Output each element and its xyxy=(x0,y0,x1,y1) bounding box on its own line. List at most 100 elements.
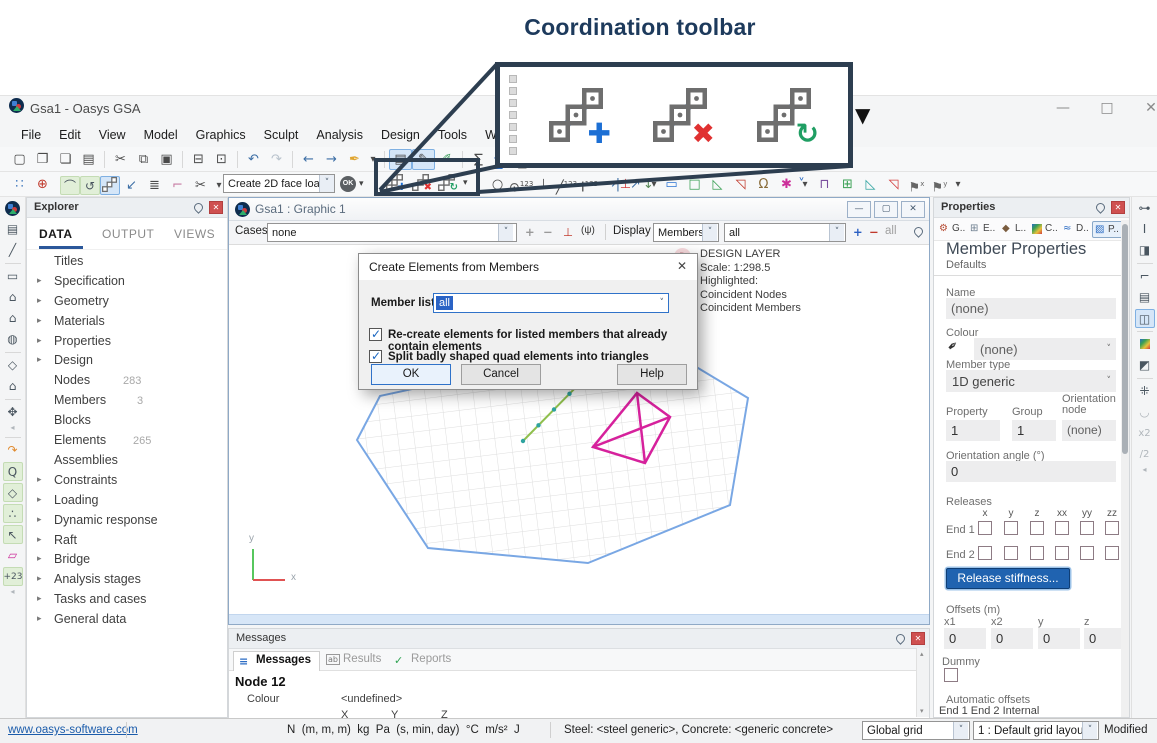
dock-more-icon[interactable]: ◂ xyxy=(3,424,23,434)
polygon-select-icon[interactable]: ▱ xyxy=(3,546,23,565)
coordination-dropdown-icon[interactable]: ▾ xyxy=(463,178,468,188)
ok-button[interactable]: OK xyxy=(371,364,451,385)
new-image-icon[interactable]: ▤ xyxy=(3,220,23,239)
expand-arrow-icon[interactable]: ▸ xyxy=(37,296,42,306)
menu-design[interactable]: Design xyxy=(372,124,429,146)
gravity-load-icon[interactable]: Ω xyxy=(752,174,775,195)
split-member-icon[interactable]: ✂ xyxy=(189,175,212,196)
explorer-item-loading[interactable]: ▸Loading xyxy=(27,491,227,511)
edge-load-icon[interactable]: ◺ xyxy=(706,174,729,195)
volume-clip-icon[interactable]: ◇ xyxy=(3,483,23,502)
close-icon[interactable]: ✕ xyxy=(911,632,925,645)
deflection-icon[interactable]: ˅ xyxy=(790,174,813,195)
action-dropdown-icon[interactable]: ▾ xyxy=(359,179,364,189)
case-minus-icon[interactable]: − xyxy=(543,225,553,239)
scale-x2-icon[interactable]: x2 xyxy=(1135,424,1155,443)
copy-icon[interactable]: ⧉ xyxy=(132,149,155,170)
brush-icon[interactable]: ✒ xyxy=(944,337,962,356)
shell-view-icon[interactable]: ◍ xyxy=(3,330,23,349)
menu-analysis[interactable]: Analysis xyxy=(307,124,372,146)
display-minus-icon[interactable]: − xyxy=(869,225,879,239)
polyline-icon[interactable]: ⌐ xyxy=(166,175,189,196)
offset-x2-field[interactable]: 0 xyxy=(991,628,1033,649)
explorer-item-design[interactable]: ▸Design xyxy=(27,351,227,371)
end2-y-checkbox[interactable] xyxy=(1004,546,1018,560)
property-field[interactable]: 1 xyxy=(946,420,1000,441)
tab-output[interactable]: OUTPUT xyxy=(102,227,154,241)
expand-arrow-icon[interactable]: ▸ xyxy=(37,355,42,365)
end1-x-checkbox[interactable] xyxy=(978,521,992,535)
scale-half-icon[interactable]: /2 xyxy=(1135,445,1155,464)
colour-select[interactable]: (none)˅ xyxy=(974,338,1116,360)
expand-arrow-icon[interactable]: ▸ xyxy=(37,614,42,624)
combo-arrow-icon[interactable]: ˅ xyxy=(660,298,665,308)
expand-arrow-icon[interactable]: ▸ xyxy=(37,574,42,584)
menu-graphics[interactable]: Graphics xyxy=(187,124,255,146)
end2-zz-checkbox[interactable] xyxy=(1105,546,1119,560)
name-field[interactable]: (none) xyxy=(946,298,1116,319)
maximize-button[interactable]: □ xyxy=(1092,97,1122,119)
cases-combo[interactable]: none˅ xyxy=(267,223,517,242)
print-preview-icon[interactable]: ⊡ xyxy=(210,149,233,170)
sculpt-edit-icon[interactable]: ✎ xyxy=(412,149,435,170)
support-label-icon[interactable]: ⊥ xyxy=(532,174,555,195)
tab-messages[interactable]: ≡Messages xyxy=(233,651,320,671)
create-elements-from-members-icon[interactable]: ✚ xyxy=(386,174,403,191)
member-list-combo[interactable]: all ˅ xyxy=(433,293,669,313)
pin-icon[interactable] xyxy=(894,632,907,645)
grid-combo[interactable]: Global grid˅ xyxy=(862,721,970,740)
expand-arrow-icon[interactable]: ▸ xyxy=(37,495,42,505)
stress-diagram-icon[interactable]: ◹ xyxy=(882,174,905,195)
explorer-item-specification[interactable]: ▸Specification xyxy=(27,272,227,292)
explorer-item-analysis-stages[interactable]: ▸Analysis stages xyxy=(27,570,227,590)
thermal-load-icon[interactable]: ◹ xyxy=(729,174,752,195)
menu-file[interactable]: File xyxy=(12,124,50,146)
close-icon[interactable]: ✕ xyxy=(1111,201,1125,214)
dock-more3-icon[interactable]: ◂ xyxy=(1135,466,1155,476)
release-stiffness-button[interactable]: Release stiffness... xyxy=(946,568,1070,589)
rotate-view-icon[interactable]: ↷ xyxy=(3,441,23,460)
flag-y-icon[interactable]: ⚑y xyxy=(928,174,951,195)
display-plus-icon[interactable]: + xyxy=(853,225,863,239)
support-toggle-icon[interactable]: ⊥ xyxy=(563,225,573,239)
tab-contours[interactable]: C.. xyxy=(1030,221,1061,238)
orientation-angle-field[interactable]: 0 xyxy=(946,461,1116,482)
draw-arc-icon[interactable]: ⌒ xyxy=(60,176,80,195)
end1-y-checkbox[interactable] xyxy=(1004,521,1018,535)
force-diagram-icon[interactable]: ⊞ xyxy=(836,174,859,195)
face-load-icon[interactable]: □ xyxy=(683,174,706,195)
menu-model[interactable]: Model xyxy=(135,124,187,146)
properties-scrollbar[interactable] xyxy=(1121,220,1129,717)
select-cursor-icon[interactable]: ↖ xyxy=(3,525,23,544)
coordinates-icon[interactable]: +23 xyxy=(3,567,23,586)
expand-arrow-icon[interactable]: ▸ xyxy=(37,535,42,545)
explorer-item-assemblies[interactable]: Assemblies xyxy=(27,451,227,471)
close-button[interactable]: ✕ xyxy=(1136,97,1157,119)
select-nodes-icon[interactable]: ∴ xyxy=(3,504,23,523)
sum-icon[interactable]: ∑ xyxy=(467,149,490,170)
new-file-icon[interactable]: ▢ xyxy=(8,149,31,170)
section-wizard-icon[interactable]: ◨ xyxy=(1135,241,1155,260)
contour-settings-icon[interactable] xyxy=(1135,335,1155,354)
explorer-item-dynamic-response[interactable]: ▸Dynamic response xyxy=(27,511,227,531)
tab-elements[interactable]: ⊞E.. xyxy=(968,221,998,238)
cancel-button[interactable]: Cancel xyxy=(461,364,541,385)
expand-arrow-icon[interactable]: ▸ xyxy=(37,515,42,525)
cut-icon[interactable]: ✂ xyxy=(109,149,132,170)
support-display-icon[interactable]: ⊥ xyxy=(614,174,637,195)
end2-z-checkbox[interactable] xyxy=(1030,546,1044,560)
graphic-close-icon[interactable]: ✕ xyxy=(901,201,925,218)
end2-yy-checkbox[interactable] xyxy=(1080,546,1094,560)
solid-3d-icon[interactable]: ◫ xyxy=(1135,309,1155,328)
help-button[interactable]: Help xyxy=(617,364,687,385)
split-quads-checkbox[interactable] xyxy=(369,350,382,363)
sweep-dropdown-icon[interactable]: ▾ xyxy=(366,149,380,170)
expand-arrow-icon[interactable]: ▸ xyxy=(37,475,42,485)
member-type-select[interactable]: 1D generic˅ xyxy=(946,370,1116,392)
print-icon[interactable]: ⊟ xyxy=(187,149,210,170)
plan-view-icon[interactable]: ⌂ xyxy=(3,377,23,396)
pin-icon[interactable] xyxy=(1094,201,1107,214)
structure-view-icon[interactable]: ⌂ xyxy=(3,288,23,307)
modify-green-icon[interactable]: ✐ xyxy=(435,149,458,170)
expand-arrow-icon[interactable]: ▸ xyxy=(37,554,42,564)
